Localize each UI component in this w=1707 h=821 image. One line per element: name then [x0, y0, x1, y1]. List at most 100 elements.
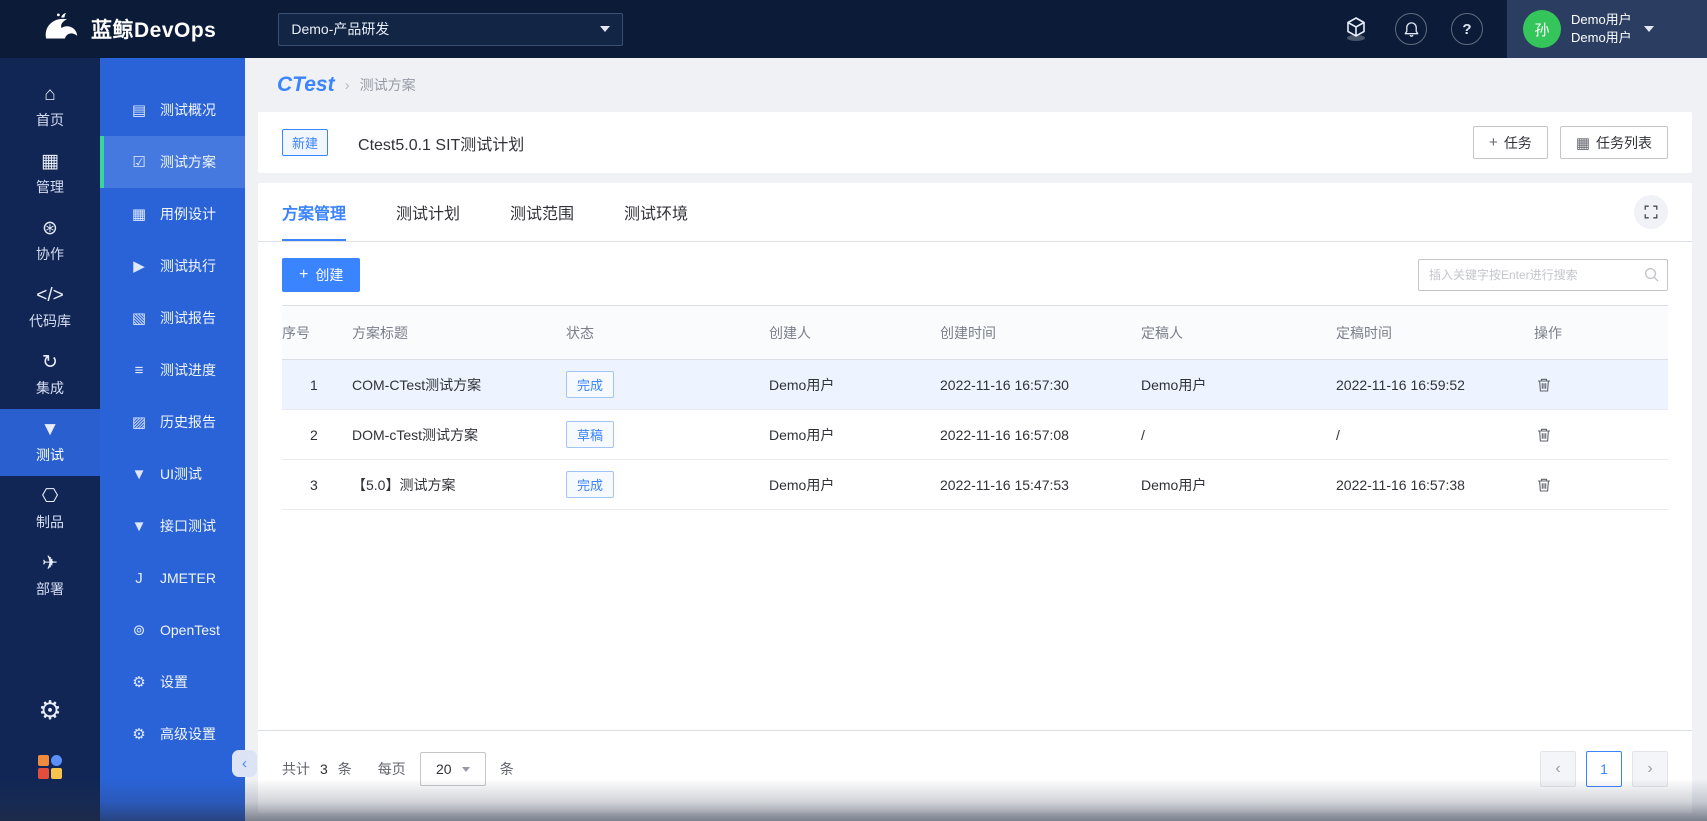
sidebar-item[interactable]: ↻ 集成: [0, 342, 100, 409]
sidebar-item-label: 首页: [36, 110, 64, 130]
status-badge: 完成: [566, 371, 614, 398]
cell-creator: Demo用户: [769, 475, 940, 495]
subnav-item[interactable]: ≡ 测试进度: [100, 344, 245, 396]
column-header: 定稿时间: [1336, 323, 1534, 343]
app-window: 蓝鲸DevOps Demo-产品研发 ? 孙: [0, 0, 1707, 821]
cube-apps-icon[interactable]: [1341, 14, 1371, 44]
notification-bell-icon[interactable]: [1395, 13, 1427, 45]
tab[interactable]: 方案管理: [282, 183, 346, 241]
page-number-button[interactable]: 1: [1586, 751, 1622, 787]
project-selector[interactable]: Demo-产品研发: [278, 13, 623, 46]
status-badge: 新建: [282, 129, 328, 156]
sidebar-collapse-button[interactable]: ‹: [232, 750, 257, 777]
page-size-value: 20: [436, 761, 452, 777]
column-header: 定稿人: [1141, 323, 1336, 343]
subnav-item[interactable]: ▧ 测试报告: [100, 292, 245, 344]
ctest-sidebar: ▤ 测试概况 ☑ 测试方案 ▦ 用例设计 ▶ 测试执行 ▧ 测试报告 ≡ 测试进…: [100, 58, 245, 821]
cell-finalizer: Demo用户: [1141, 375, 1336, 395]
subnav-item-icon: ▤: [130, 101, 148, 119]
cell-finalizer: Demo用户: [1141, 475, 1336, 495]
topbar-right: ? 孙 Demo用户 Demo用户: [1341, 0, 1707, 58]
subnav-item[interactable]: ▼ 接口测试: [100, 500, 245, 552]
subnav-item[interactable]: ⚙ 高级设置: [100, 708, 245, 760]
sidebar-item[interactable]: ⊛ 协作: [0, 208, 100, 275]
cell-actions: [1534, 375, 1668, 395]
subnav-item-icon: ⊚: [130, 621, 148, 639]
pagination-controls: ‹ 1 ›: [1540, 751, 1668, 787]
subnav-item[interactable]: ▼ UI测试: [100, 448, 245, 500]
subnav-item-label: 测试概况: [160, 100, 216, 120]
subnav-item[interactable]: ▦ 用例设计: [100, 188, 245, 240]
table-row[interactable]: 1 COM-CTest测试方案 完成 Demo用户 2022-11-16 16:…: [282, 360, 1668, 410]
table-row[interactable]: 2 DOM-cTest测试方案 草稿 Demo用户 2022-11-16 16:…: [282, 410, 1668, 460]
next-page-button[interactable]: ›: [1632, 751, 1668, 787]
chevron-down-icon: [1644, 26, 1654, 32]
search-input[interactable]: [1418, 259, 1668, 291]
tab-label: 测试环境: [624, 200, 688, 224]
sidebar-item[interactable]: </> 代码库: [0, 275, 100, 342]
tabs: 方案管理 测试计划 测试范围 测试环境: [282, 183, 738, 241]
apps-launcher-icon[interactable]: [38, 755, 62, 779]
sidebar-item[interactable]: ▼ 测试: [0, 409, 100, 476]
table-header-row: 序号方案标题状态创建人创建时间定稿人定稿时间操作: [282, 306, 1668, 360]
plus-icon: +: [1489, 134, 1498, 151]
delete-button[interactable]: [1534, 375, 1554, 395]
trash-icon: [1536, 377, 1552, 393]
table-row[interactable]: 3 【5.0】测试方案 完成 Demo用户 2022-11-16 15:47:5…: [282, 460, 1668, 510]
delete-button[interactable]: [1534, 425, 1554, 445]
sidebar-item[interactable]: ✈ 部署: [0, 543, 100, 610]
subnav-item[interactable]: ☑ 测试方案: [100, 136, 245, 188]
chevron-left-icon: ‹: [1555, 760, 1560, 778]
sidebar-item-label: 部署: [36, 579, 64, 599]
status-badge: 草稿: [566, 421, 614, 448]
subnav-item[interactable]: ⊚ OpenTest: [100, 604, 245, 656]
logo-text: 蓝鲸DevOps: [91, 14, 216, 44]
bk-devops-logo[interactable]: 蓝鲸DevOps: [40, 12, 216, 47]
tab[interactable]: 测试计划: [396, 183, 460, 241]
tab-bar: 方案管理 测试计划 测试范围 测试环境: [258, 183, 1692, 242]
settings-gear-icon[interactable]: ⚙: [38, 697, 61, 723]
project-selector-value: Demo-产品研发: [291, 19, 389, 39]
subnav-item[interactable]: ⚙ 设置: [100, 656, 245, 708]
sidebar-item-icon: ⊛: [42, 219, 58, 239]
cell-creator: Demo用户: [769, 375, 940, 395]
prev-page-button[interactable]: ‹: [1540, 751, 1576, 787]
create-button[interactable]: + 创建: [282, 258, 360, 292]
chevron-down-icon: [600, 26, 610, 32]
column-header: 操作: [1534, 323, 1668, 343]
cell-title[interactable]: DOM-cTest测试方案: [352, 425, 566, 445]
product-sidebar: ⌂ 首页 ▦ 管理 ⊛ 协作 </> 代码库 ↻ 集成 ▼ 测试: [0, 58, 100, 821]
subnav-item[interactable]: ▤ 测试概况: [100, 84, 245, 136]
fullscreen-button[interactable]: [1634, 195, 1668, 229]
avatar: 孙: [1523, 10, 1561, 48]
user-name-line1: Demo用户: [1571, 11, 1632, 29]
plan-content-card: 方案管理 测试计划 测试范围 测试环境: [258, 183, 1692, 813]
page-size-select[interactable]: 20: [420, 752, 486, 786]
fullscreen-icon: [1643, 204, 1659, 220]
add-task-button[interactable]: + 任务: [1473, 126, 1548, 159]
cell-actions: [1534, 425, 1668, 445]
delete-button[interactable]: [1534, 475, 1554, 495]
subnav-item[interactable]: J JMETER: [100, 552, 245, 604]
cell-title[interactable]: 【5.0】测试方案: [352, 475, 566, 495]
chevron-down-icon: [462, 767, 470, 772]
task-list-button[interactable]: ▦ 任务列表: [1560, 126, 1668, 159]
search-box: [1418, 259, 1668, 291]
sidebar-item[interactable]: ▦ 管理: [0, 141, 100, 208]
tab[interactable]: 测试环境: [624, 183, 688, 241]
subnav-item-icon: J: [130, 570, 148, 587]
column-header: 状态: [566, 323, 769, 343]
breadcrumb-app[interactable]: CTest: [277, 73, 335, 97]
sidebar-item-icon: ▦: [41, 152, 59, 172]
column-header: 创建人: [769, 323, 940, 343]
subnav-item[interactable]: ▨ 历史报告: [100, 396, 245, 448]
user-menu[interactable]: 孙 Demo用户 Demo用户: [1507, 0, 1707, 58]
sidebar-item[interactable]: ⎔ 制品: [0, 476, 100, 543]
user-name-line2: Demo用户: [1571, 29, 1632, 47]
plus-icon: +: [299, 266, 308, 284]
tab[interactable]: 测试范围: [510, 183, 574, 241]
sidebar-item[interactable]: ⌂ 首页: [0, 74, 100, 141]
subnav-item[interactable]: ▶ 测试执行: [100, 240, 245, 292]
help-icon[interactable]: ?: [1451, 13, 1483, 45]
cell-title[interactable]: COM-CTest测试方案: [352, 375, 566, 395]
